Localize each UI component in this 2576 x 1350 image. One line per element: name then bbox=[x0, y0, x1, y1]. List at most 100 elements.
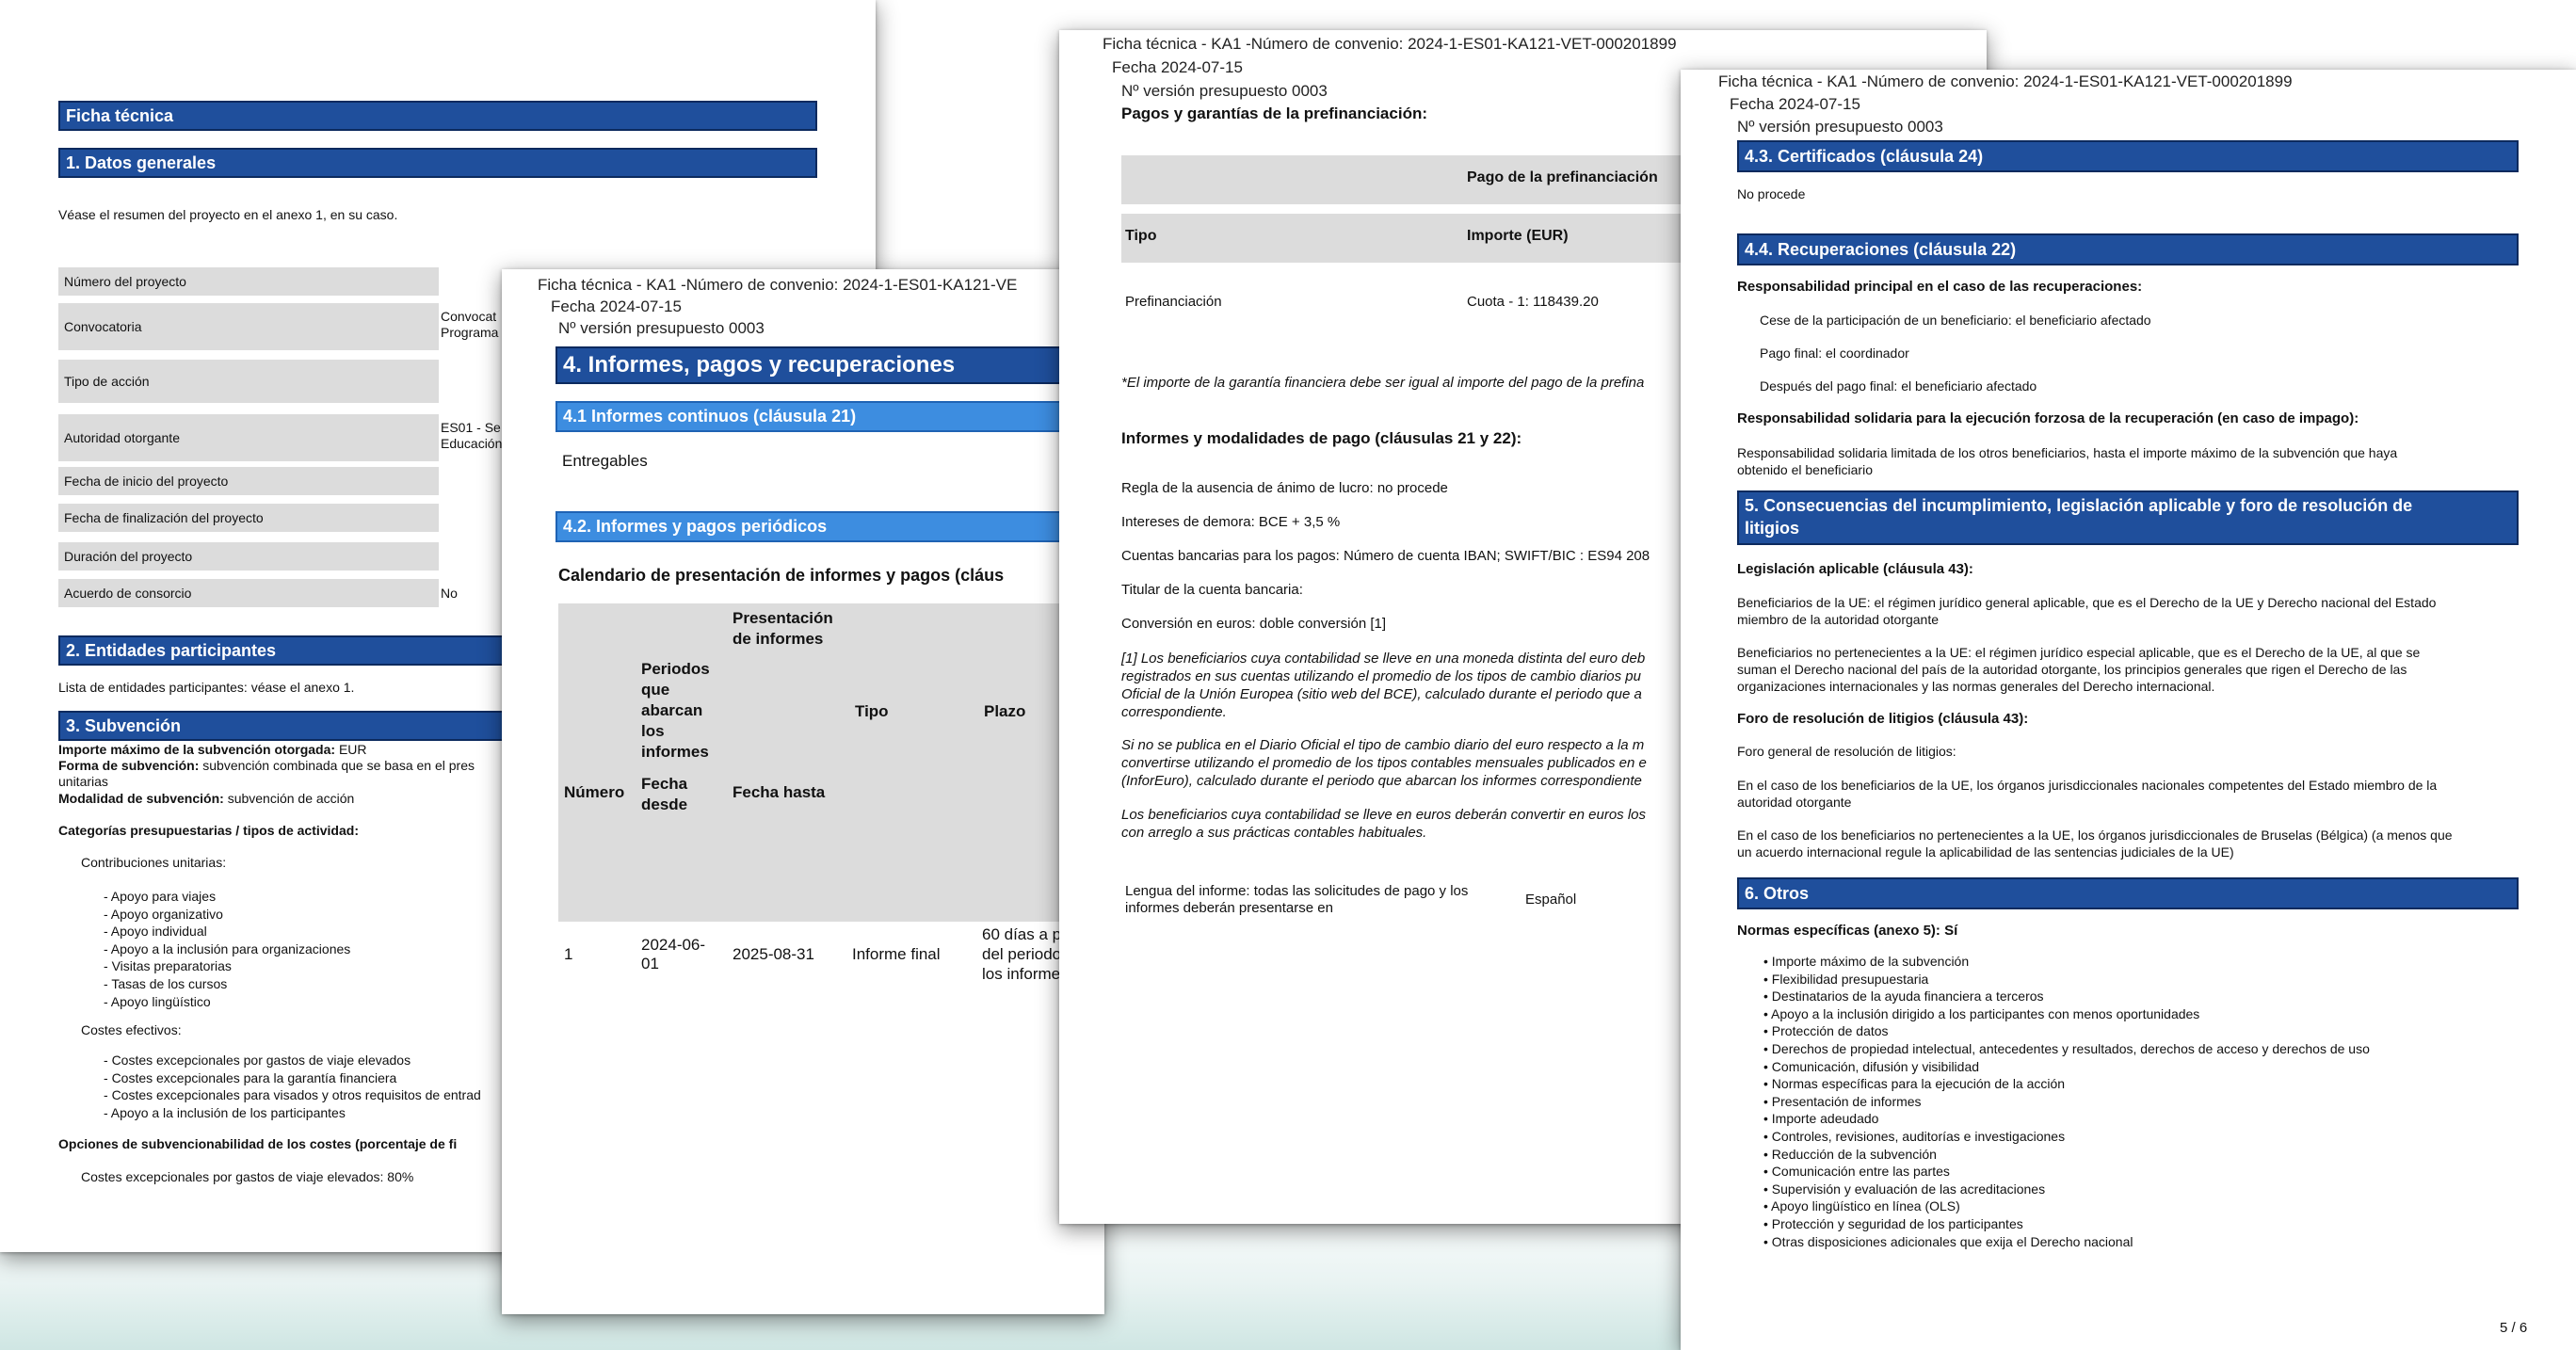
calendario-title: Calendario de presentación de informes y… bbox=[558, 566, 1005, 585]
entidades-text: Lista de entidades participantes: véase … bbox=[58, 680, 355, 695]
section-header-certificados: 4.3. Certificados (cláusula 24) bbox=[1737, 140, 2519, 172]
cese-text: Cese de la participación de un beneficia… bbox=[1760, 313, 2151, 328]
costes-list: Costes excepcionales por gastos de viaje… bbox=[104, 1052, 481, 1121]
footnote-2: Si no se publica en el Diario Oficial el… bbox=[1121, 737, 1647, 789]
footnote-1: [1] Los beneficiarios cuya contabilidad … bbox=[1121, 651, 1646, 720]
section-header-informes-continuos: 4.1 Informes continuos (cláusula 21) bbox=[555, 401, 1104, 432]
list-item: Derechos de propiedad intelectual, antec… bbox=[1763, 1040, 2370, 1058]
costes-pct: Costes excepcionales por gastos de viaje… bbox=[81, 1169, 414, 1184]
list-item: Supervisión y evaluación de las acredita… bbox=[1763, 1181, 2370, 1198]
intro-text: Véase el resumen del proyecto en el anex… bbox=[58, 207, 398, 222]
contribuciones-list: Apoyo para viajes Apoyo organizativo Apo… bbox=[104, 888, 351, 1011]
value-acuerdo-consorcio: No bbox=[441, 586, 458, 601]
label-fecha-inicio: Fecha de inicio del proyecto bbox=[58, 467, 439, 495]
intereses-text: Intereses de demora: BCE + 3,5 % bbox=[1121, 514, 1341, 530]
list-item: Comunicación entre las partes bbox=[1763, 1163, 2370, 1181]
foro-heading: Foro de resolución de litigios (cláusula… bbox=[1737, 711, 2029, 727]
normas-list: Importe máximo de la subvención Flexibil… bbox=[1763, 953, 2370, 1250]
section-header-otros: 6. Otros bbox=[1737, 877, 2519, 909]
cell-fecha-desde: 2024-06- 01 bbox=[641, 936, 706, 972]
pagos-title: Pagos y garantías de la prefinanciación: bbox=[1121, 104, 1427, 122]
list-item: Costes excepcionales para visados y otro… bbox=[104, 1086, 481, 1104]
regla-text: Regla de la ausencia de ánimo de lucro: … bbox=[1121, 480, 1448, 496]
list-item: Controles, revisiones, auditorías e inve… bbox=[1763, 1128, 2370, 1146]
section-header-informes-periodicos: 4.2. Informes y pagos periódicos bbox=[555, 511, 1104, 542]
calendario-table-header bbox=[558, 603, 1104, 922]
importe-label: Importe máximo de la subvención otorgada… bbox=[58, 742, 336, 757]
list-item: Comunicación, difusión y visibilidad bbox=[1763, 1058, 2370, 1076]
section-header-consecuencias: 5. Consecuencias del incumplimiento, leg… bbox=[1737, 490, 2519, 545]
normas-heading: Normas específicas (anexo 5): Sí bbox=[1737, 923, 1958, 939]
value-autoridad-otorgante: ES01 - Se Educación bbox=[441, 420, 503, 451]
despues-text: Después del pago final: el beneficiario … bbox=[1760, 378, 2037, 394]
entregables-text: Entregables bbox=[562, 452, 648, 470]
titular-text: Titular de la cuenta bancaria: bbox=[1121, 582, 1303, 598]
label-tipo-accion: Tipo de acción bbox=[58, 360, 439, 403]
value-convocatoria: Convocat Programa bbox=[441, 309, 499, 340]
list-item: Apoyo individual bbox=[104, 923, 350, 940]
cuentas-text: Cuentas bancarias para los pagos: Número… bbox=[1121, 548, 1650, 564]
no-procede-text: No procede bbox=[1737, 186, 1806, 201]
section-header-ficha: Ficha técnica bbox=[58, 101, 817, 131]
lengua-value: Español bbox=[1525, 892, 1577, 908]
opciones-heading: Opciones de subvencionabilidad de los co… bbox=[58, 1136, 458, 1151]
footnote-3: Los beneficiarios cuya contabilidad se l… bbox=[1121, 807, 1646, 841]
page-header-fecha: Fecha 2024-07-15 bbox=[1112, 58, 1243, 76]
label-convocatoria: Convocatoria bbox=[58, 303, 439, 350]
list-item: Visitas preparatorias bbox=[104, 957, 350, 975]
list-item: Protección y seguridad de los participan… bbox=[1763, 1215, 2370, 1233]
th-presentacion: Presentación de informes bbox=[733, 609, 833, 648]
cell-fecha-hasta: 2025-08-31 bbox=[733, 945, 814, 963]
list-item: Reducción de la subvención bbox=[1763, 1146, 2370, 1164]
list-item: Apoyo a la inclusión de los participante… bbox=[104, 1104, 481, 1122]
th-periodos: Periodos que abarcan los informes bbox=[641, 660, 710, 761]
list-item: Apoyo lingüístico bbox=[104, 993, 350, 1011]
list-item: Apoyo lingüístico en línea (OLS) bbox=[1763, 1197, 2370, 1215]
legislacion-no-ue-text: Beneficiarios no pertenecientes a la UE:… bbox=[1737, 645, 2421, 694]
categorias-heading: Categorías presupuestarias / tipos de ac… bbox=[58, 823, 359, 838]
page-header-convenio: Ficha técnica - KA1 -Número de convenio:… bbox=[1103, 35, 1677, 53]
legislacion-ue-text: Beneficiarios de la UE: el régimen juríd… bbox=[1737, 595, 2437, 627]
list-item: Protección de datos bbox=[1763, 1022, 2370, 1040]
page-header-fecha: Fecha 2024-07-15 bbox=[1730, 95, 1860, 113]
garantia-note: *El importe de la garantía financiera de… bbox=[1121, 375, 1645, 391]
foro-ue-text: En el caso de los beneficiarios de la UE… bbox=[1737, 778, 2438, 810]
list-item: Tasas de los cursos bbox=[104, 975, 350, 993]
list-item: Importe adeudado bbox=[1763, 1110, 2370, 1128]
forma-value: subvención combinada que se basa en el p… bbox=[202, 758, 475, 773]
page-header-fecha: Fecha 2024-07-15 bbox=[551, 297, 682, 315]
informes-modalidades-title: Informes y modalidades de pago (cláusula… bbox=[1121, 429, 1522, 447]
pago-final-text: Pago final: el coordinador bbox=[1760, 346, 1909, 361]
list-item: Otras disposiciones adicionales que exij… bbox=[1763, 1233, 2370, 1251]
modalidad-line: Modalidad de subvención: subvención de a… bbox=[58, 791, 354, 807]
page-header-convenio: Ficha técnica - KA1 -Número de convenio:… bbox=[538, 276, 1018, 294]
list-item: Flexibilidad presupuestaria bbox=[1763, 971, 2370, 988]
th-fecha-desde: Fecha desde bbox=[641, 775, 688, 813]
foro-general-text: Foro general de resolución de litigios: bbox=[1737, 744, 1956, 759]
page-header-convenio: Ficha técnica - KA1 -Número de convenio:… bbox=[1718, 72, 2293, 90]
contribuciones-heading: Contribuciones unitarias: bbox=[81, 855, 227, 870]
label-autoridad-otorgante: Autoridad otorgante bbox=[58, 414, 439, 461]
cell-plazo: 60 días a p del periodo los informe bbox=[982, 925, 1062, 983]
modalidad-label: Modalidad de subvención: bbox=[58, 791, 224, 806]
resp-solidaria-heading: Responsabilidad solidaria para la ejecuc… bbox=[1737, 410, 2359, 426]
th-pago-prefinanciacion: Pago de la prefinanciación bbox=[1467, 169, 1658, 185]
cell-prefinanciacion: Prefinanciación bbox=[1125, 294, 1222, 310]
th-numero: Número bbox=[564, 783, 625, 801]
document-page-2: Ficha técnica - KA1 -Número de convenio:… bbox=[502, 269, 1104, 1314]
list-item: Apoyo a la inclusión dirigido a los part… bbox=[1763, 1005, 2370, 1023]
label-numero-proyecto: Número del proyecto bbox=[58, 267, 439, 296]
cell-numero: 1 bbox=[564, 945, 573, 963]
th-plazo: Plazo bbox=[984, 702, 1026, 720]
legislacion-heading: Legislación aplicable (cláusula 43): bbox=[1737, 561, 1973, 577]
label-duracion: Duración del proyecto bbox=[58, 542, 439, 571]
list-item: Costes excepcionales por gastos de viaje… bbox=[104, 1052, 481, 1069]
modalidad-value: subvención de acción bbox=[227, 791, 355, 806]
lengua-label: Lengua del informe: todas las solicitude… bbox=[1125, 883, 1469, 916]
page-header-version: Nº versión presupuesto 0003 bbox=[1737, 118, 1943, 136]
list-item: Presentación de informes bbox=[1763, 1093, 2370, 1111]
foro-no-ue-text: En el caso de los beneficiarios no perte… bbox=[1737, 828, 2453, 860]
importe-line: Importe máximo de la subvención otorgada… bbox=[58, 742, 367, 758]
list-item: Importe máximo de la subvención bbox=[1763, 953, 2370, 971]
section-header-informes-pagos: 4. Informes, pagos y recuperaciones bbox=[555, 346, 1104, 384]
